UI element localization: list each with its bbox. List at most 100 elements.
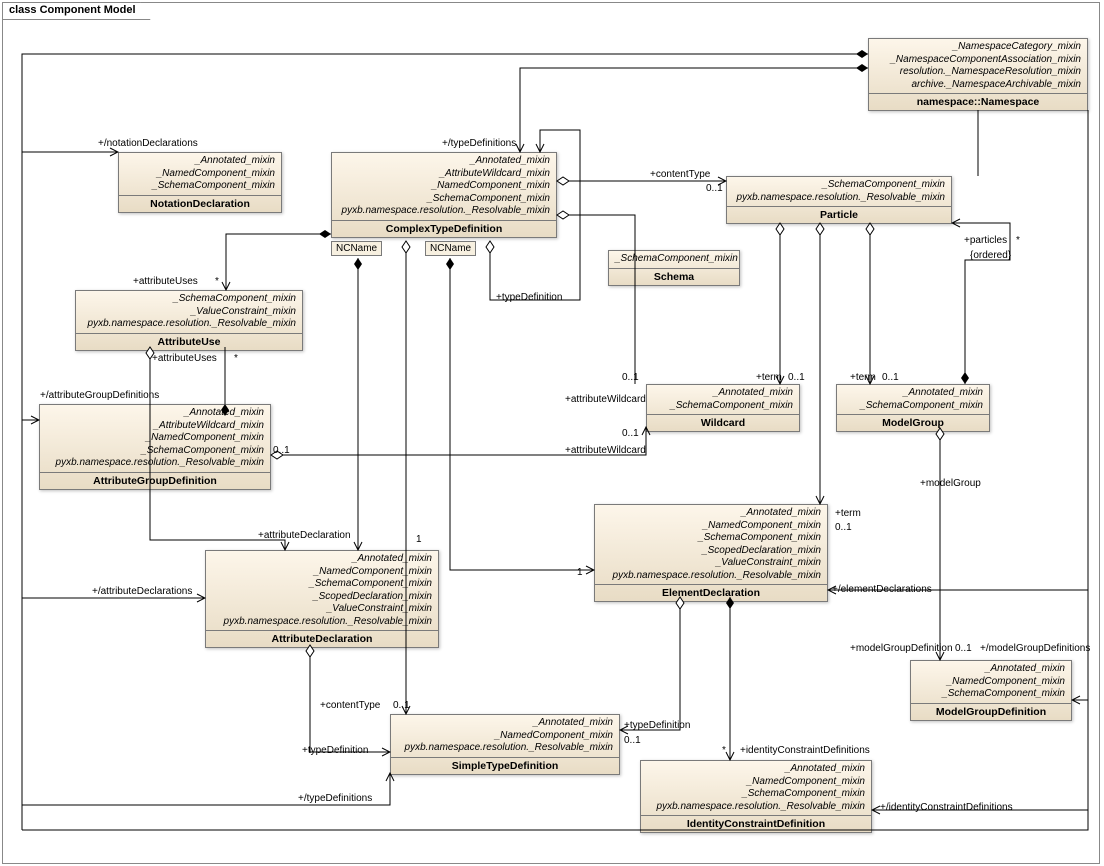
mixin: _AttributeWildcard_mixin xyxy=(46,420,264,433)
assoc-label: +/modelGroupDefinitions xyxy=(980,643,1090,654)
qualifier-ncname: NCName xyxy=(331,241,382,256)
mixin: _SchemaComponent_mixin xyxy=(843,400,983,413)
mixin: _NamedComponent_mixin xyxy=(601,520,821,533)
mixin: _ValueConstraint_mixin xyxy=(82,306,296,319)
mixin: _Annotated_mixin xyxy=(843,387,983,400)
assoc-label: 0..1 xyxy=(835,522,852,533)
assoc-label: +particles xyxy=(964,235,1007,246)
mixin: _Annotated_mixin xyxy=(212,553,432,566)
mixin: _NamedComponent_mixin xyxy=(917,676,1065,689)
mixin: _SchemaComponent_mixin xyxy=(647,788,865,801)
class-name: NotationDeclaration xyxy=(119,196,281,212)
assoc-label: +typeDefinition xyxy=(496,292,562,303)
assoc-label: +attributeUses xyxy=(152,353,217,364)
class-name: ModelGroup xyxy=(837,415,989,431)
mixin: _ScopedDeclaration_mixin xyxy=(212,591,432,604)
class-schema: _SchemaComponent_mixin Schema xyxy=(608,250,740,286)
assoc-label: +/elementDeclarations xyxy=(832,584,932,595)
assoc-label: +contentType xyxy=(320,700,380,711)
mixin: _SchemaComponent_mixin xyxy=(338,193,550,206)
mixin: pyxb.namespace.resolution._Resolvable_mi… xyxy=(647,801,865,814)
assoc-label: * xyxy=(1016,235,1020,246)
mixin: _SchemaComponent_mixin xyxy=(212,578,432,591)
assoc-label: +contentType xyxy=(650,169,710,180)
mixin: _ValueConstraint_mixin xyxy=(212,603,432,616)
mixin: _Annotated_mixin xyxy=(46,407,264,420)
mixin: pyxb.namespace.resolution._Resolvable_mi… xyxy=(601,570,821,583)
mixin: _NamedComponent_mixin xyxy=(338,180,550,193)
assoc-label: 0..1 xyxy=(393,700,410,711)
assoc-label: +/typeDefinitions xyxy=(298,793,372,804)
class-name: Particle xyxy=(727,207,951,223)
class-namespace: _NamespaceCategory_mixin _NamespaceCompo… xyxy=(868,38,1088,111)
class-attribute-use: _SchemaComponent_mixin _ValueConstraint_… xyxy=(75,290,303,351)
mixin: _Annotated_mixin xyxy=(601,507,821,520)
assoc-label: +attributeUses xyxy=(133,276,198,287)
class-name: ModelGroupDefinition xyxy=(911,704,1071,720)
assoc-label: 0..1 xyxy=(622,428,639,439)
assoc-label: 0..1 xyxy=(622,372,639,383)
assoc-label: +term xyxy=(835,508,861,519)
mixin: _SchemaComponent_mixin xyxy=(601,532,821,545)
assoc-label: 1 xyxy=(577,567,583,578)
class-notation-declaration: _Annotated_mixin _NamedComponent_mixin _… xyxy=(118,152,282,213)
class-name: ComplexTypeDefinition xyxy=(332,221,556,237)
mixin: _SchemaComponent_mixin xyxy=(46,445,264,458)
mixin: _Annotated_mixin xyxy=(397,717,613,730)
mixin: _ScopedDeclaration_mixin xyxy=(601,545,821,558)
assoc-label: +/notationDeclarations xyxy=(98,138,198,149)
mixin: _ValueConstraint_mixin xyxy=(601,557,821,570)
class-element-declaration: _Annotated_mixin _NamedComponent_mixin _… xyxy=(594,504,828,602)
assoc-label: +term xyxy=(756,372,782,383)
class-complex-type-definition: _Annotated_mixin _AttributeWildcard_mixi… xyxy=(331,152,557,238)
class-name: namespace::Namespace xyxy=(869,94,1087,110)
mixin: _NamedComponent_mixin xyxy=(46,432,264,445)
class-name: AttributeUse xyxy=(76,334,302,350)
class-name: Schema xyxy=(609,269,739,285)
mixin: _NamedComponent_mixin xyxy=(397,730,613,743)
assoc-label: 0..1 xyxy=(955,643,972,654)
assoc-label: {ordered} xyxy=(970,250,1011,261)
class-name: AttributeGroupDefinition xyxy=(40,473,270,489)
mixin: archive._NamespaceArchivable_mixin xyxy=(875,79,1081,92)
assoc-label: +/attributeGroupDefinitions xyxy=(40,390,159,401)
assoc-label: +/typeDefinitions xyxy=(442,138,516,149)
class-name: AttributeDeclaration xyxy=(206,631,438,647)
assoc-label: +/identityConstraintDefinitions xyxy=(880,802,1013,813)
mixin: _SchemaComponent_mixin xyxy=(82,293,296,306)
assoc-label: 0..1 xyxy=(788,372,805,383)
mixin: _Annotated_mixin xyxy=(125,155,275,168)
class-particle: _SchemaComponent_mixin pyxb.namespace.re… xyxy=(726,176,952,224)
mixin: pyxb.namespace.resolution._Resolvable_mi… xyxy=(46,457,264,470)
assoc-label: 0..1 xyxy=(624,735,641,746)
mixin: _NamespaceCategory_mixin xyxy=(875,41,1081,54)
assoc-label: 0..1 xyxy=(706,183,723,194)
mixin: _Annotated_mixin xyxy=(647,763,865,776)
class-attribute-group-definition: _Annotated_mixin _AttributeWildcard_mixi… xyxy=(39,404,271,490)
mixin: _SchemaComponent_mixin xyxy=(917,688,1065,701)
mixin: _SchemaComponent_mixin xyxy=(125,180,275,193)
assoc-label: 0..1 xyxy=(882,372,899,383)
mixin: resolution._NamespaceResolution_mixin xyxy=(875,66,1081,79)
mixin: pyxb.namespace.resolution._Resolvable_mi… xyxy=(212,616,432,629)
assoc-label: +modelGroupDefinition xyxy=(850,643,953,654)
class-identity-constraint-definition: _Annotated_mixin _NamedComponent_mixin _… xyxy=(640,760,872,833)
mixin: _SchemaComponent_mixin xyxy=(615,253,733,266)
mixin: _AttributeWildcard_mixin xyxy=(338,168,550,181)
class-name: ElementDeclaration xyxy=(595,585,827,601)
class-wildcard: _Annotated_mixin _SchemaComponent_mixin … xyxy=(646,384,800,432)
assoc-label: +attributeDeclaration xyxy=(258,530,351,541)
mixin: pyxb.namespace.resolution._Resolvable_mi… xyxy=(82,318,296,331)
mixin: _NamedComponent_mixin xyxy=(125,168,275,181)
assoc-label: +/attributeDeclarations xyxy=(92,586,192,597)
mixin: _Annotated_mixin xyxy=(338,155,550,168)
class-model-group-definition: _Annotated_mixin _NamedComponent_mixin _… xyxy=(910,660,1072,721)
class-name: SimpleTypeDefinition xyxy=(391,758,619,774)
mixin: pyxb.namespace.resolution._Resolvable_mi… xyxy=(338,205,550,218)
assoc-label: +term xyxy=(850,372,876,383)
class-name: IdentityConstraintDefinition xyxy=(641,816,871,832)
mixin: _NamespaceComponentAssociation_mixin xyxy=(875,54,1081,67)
assoc-label: * xyxy=(234,353,238,364)
mixin: pyxb.namespace.resolution._Resolvable_mi… xyxy=(397,742,613,755)
class-model-group: _Annotated_mixin _SchemaComponent_mixin … xyxy=(836,384,990,432)
